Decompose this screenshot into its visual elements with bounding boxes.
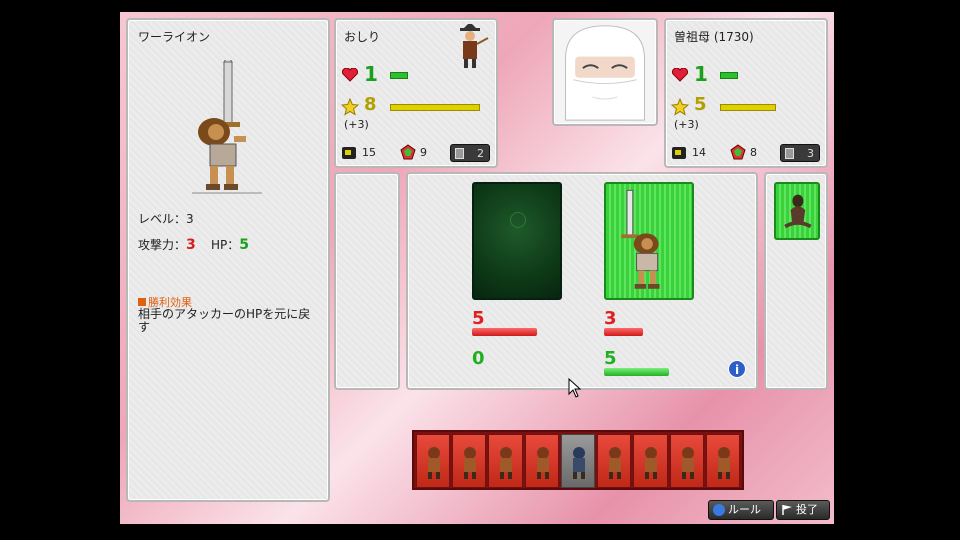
card-detail-panel: ワーライオン レベル：3 攻撃力：3 HP：5 勝利効果 相手のアタッカーのHP… xyxy=(126,18,330,502)
right-lane-slot[interactable] xyxy=(764,172,828,390)
hand-card-row xyxy=(412,430,744,490)
opponent-attack-bar xyxy=(472,328,537,336)
monster-icon xyxy=(681,447,694,479)
player-panel-opponent: 曽祖母 (1730) 1 5 (+3) 14 8 3 xyxy=(664,18,828,168)
rules-button[interactable]: ルール xyxy=(708,500,774,520)
player-name: 曽祖母 (1730) xyxy=(674,30,754,44)
gem-icon xyxy=(400,144,416,160)
player-name: おしり xyxy=(344,30,381,44)
star-icon xyxy=(671,98,689,116)
player-panel-self: おしり 1 8 (+3) 15 9 2 xyxy=(334,18,498,168)
player-attack-value: 3 xyxy=(604,308,617,329)
level-value: 3 xyxy=(186,212,194,226)
hand-card[interactable] xyxy=(416,434,451,488)
hand-card[interactable] xyxy=(633,434,668,488)
hand-card[interactable] xyxy=(524,434,559,488)
surrender-label: 投了 xyxy=(796,503,818,516)
creature-icon xyxy=(784,194,812,229)
hand-card[interactable] xyxy=(560,434,596,488)
star-bonus: (+3) xyxy=(674,118,699,131)
deck-icon xyxy=(342,147,356,159)
hand-count: 2 xyxy=(477,147,484,160)
battle-board: 5 0 3 5 i xyxy=(406,172,758,390)
gem-count: 9 xyxy=(420,146,427,159)
gem-icon xyxy=(730,144,746,160)
game-stage: ワーライオン レベル：3 攻撃力：3 HP：5 勝利効果 相手のアタッカーのHP… xyxy=(120,12,834,524)
attack-value: 3 xyxy=(186,237,196,253)
hp-bar xyxy=(390,72,408,79)
hp-value: 5 xyxy=(239,237,250,253)
opponent-avatar xyxy=(552,18,658,126)
hp-bar xyxy=(720,72,738,79)
deck-icon xyxy=(672,147,686,159)
lane-card-creature[interactable] xyxy=(774,182,820,240)
lion-warrior-icon xyxy=(621,189,660,289)
monster-icon xyxy=(609,447,622,479)
card-icon xyxy=(785,148,794,159)
left-lane-slot[interactable] xyxy=(334,172,400,390)
attack-label: 攻撃力： xyxy=(138,238,187,252)
level-row: レベル：3 xyxy=(138,210,194,227)
hp-count: 1 xyxy=(694,62,708,86)
opponent-hp-value: 0 xyxy=(472,348,485,369)
lion-warrior-portrait xyxy=(192,60,262,194)
gem-count: 8 xyxy=(750,146,757,159)
hp-count: 1 xyxy=(364,62,378,86)
level-label: レベル： xyxy=(138,212,187,226)
star-count: 8 xyxy=(364,94,377,115)
hand-count: 3 xyxy=(807,147,814,160)
star-bar xyxy=(390,104,480,111)
star-icon xyxy=(341,98,359,116)
hand-card[interactable] xyxy=(488,434,523,488)
star-bonus: (+3) xyxy=(344,118,369,131)
player-hp-value: 5 xyxy=(604,348,617,369)
heart-icon xyxy=(342,68,358,82)
hand-card[interactable] xyxy=(705,434,740,488)
question-icon xyxy=(713,504,725,516)
monster-icon xyxy=(572,447,585,479)
heart-icon xyxy=(672,68,688,82)
deck-count: 15 xyxy=(362,146,376,159)
hand-count-box: 3 xyxy=(780,144,820,162)
hand-card[interactable] xyxy=(597,434,632,488)
effect-description: 相手のアタッカーのHPを元に戻す xyxy=(138,307,311,334)
monster-icon xyxy=(717,447,730,479)
star-bar xyxy=(720,104,776,111)
stats-row: 攻撃力：3 HP：5 xyxy=(138,236,249,253)
player-card-lion-warrior[interactable] xyxy=(604,182,694,300)
rules-label: ルール xyxy=(728,503,761,516)
info-icon[interactable]: i xyxy=(728,360,746,378)
mouse-cursor-icon xyxy=(568,378,582,398)
player-attack-bar xyxy=(604,328,643,336)
hand-card[interactable] xyxy=(669,434,704,488)
monster-icon xyxy=(536,447,549,479)
witch-sprite-icon xyxy=(460,24,489,68)
flag-icon xyxy=(782,505,792,515)
opponent-attack-value: 5 xyxy=(472,308,485,329)
card-icon xyxy=(455,148,464,159)
monster-icon xyxy=(645,447,658,479)
surrender-button[interactable]: 投了 xyxy=(776,500,830,520)
hp-label: HP： xyxy=(211,238,240,252)
hand-count-box: 2 xyxy=(450,144,490,162)
ninja-avatar-icon xyxy=(565,25,645,121)
card-name: ワーライオン xyxy=(138,30,211,44)
deck-count: 14 xyxy=(692,146,706,159)
monster-icon xyxy=(464,447,477,479)
opponent-card-facedown[interactable] xyxy=(472,182,562,300)
monster-icon xyxy=(500,447,513,479)
star-count: 5 xyxy=(694,94,707,115)
hand-card[interactable] xyxy=(452,434,487,488)
monster-icon xyxy=(428,447,440,479)
player-hp-bar xyxy=(604,368,669,376)
